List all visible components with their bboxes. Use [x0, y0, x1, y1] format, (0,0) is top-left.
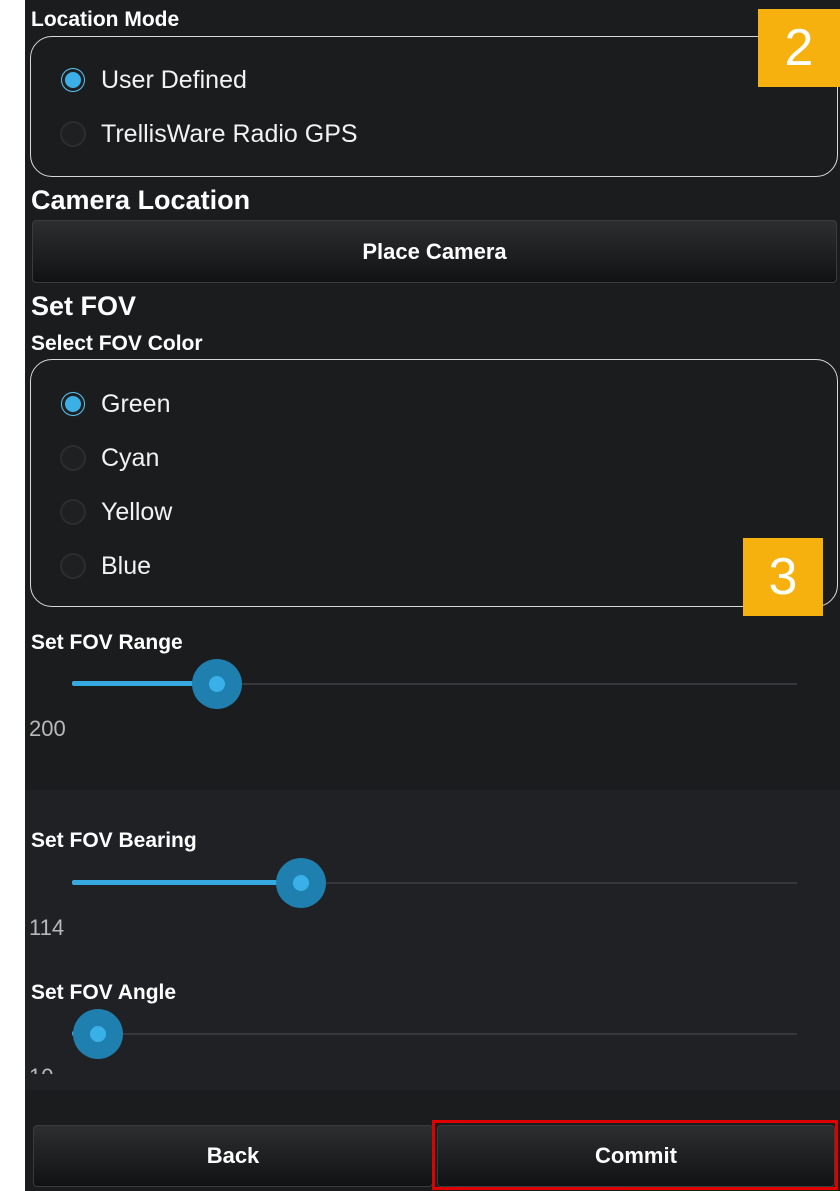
fov-bearing-fill: [72, 880, 302, 885]
fov-angle-value: 10: [29, 1066, 53, 1074]
fov-range-thumb[interactable]: [192, 659, 242, 709]
fov-angle-value-clip: 10: [25, 1066, 840, 1074]
set-fov-title: Set FOV: [31, 291, 137, 321]
radio-label-user-defined[interactable]: User Defined: [101, 66, 247, 95]
radio-cyan[interactable]: [60, 445, 86, 471]
place-camera-button[interactable]: Place Camera: [32, 220, 837, 283]
fov-range-value: 200: [29, 716, 66, 741]
fov-angle-label: Set FOV Angle: [31, 981, 177, 1004]
radio-label-green[interactable]: Green: [101, 390, 170, 419]
fov-angle-track[interactable]: [72, 1033, 797, 1035]
radio-label-trellisware-gps[interactable]: TrellisWare Radio GPS: [101, 120, 358, 149]
select-fov-color-title: Select FOV Color: [31, 332, 203, 355]
commit-highlight-box: [432, 1120, 838, 1190]
step-2-badge: 2: [758, 9, 840, 87]
app-screen: Location Mode User Defined TrellisWare R…: [25, 0, 840, 1191]
radio-user-defined[interactable]: [60, 67, 86, 93]
fov-angle-thumb[interactable]: [73, 1009, 123, 1059]
fov-bearing-label: Set FOV Bearing: [31, 829, 197, 852]
fov-bearing-value: 114: [29, 915, 65, 940]
radio-green[interactable]: [60, 391, 86, 417]
step-3-badge: 3: [743, 538, 823, 616]
location-mode-title: Location Mode: [31, 8, 180, 31]
location-mode-group: [30, 36, 838, 177]
camera-location-title: Camera Location: [31, 185, 251, 215]
radio-blue[interactable]: [60, 553, 86, 579]
back-button[interactable]: Back: [33, 1125, 433, 1187]
radio-trellisware-gps[interactable]: [60, 121, 86, 147]
fov-bearing-thumb[interactable]: [276, 858, 326, 908]
fov-range-label: Set FOV Range: [31, 631, 183, 654]
radio-label-yellow[interactable]: Yellow: [101, 498, 172, 527]
radio-label-blue[interactable]: Blue: [101, 552, 151, 581]
radio-label-cyan[interactable]: Cyan: [101, 444, 159, 473]
radio-yellow[interactable]: [60, 499, 86, 525]
